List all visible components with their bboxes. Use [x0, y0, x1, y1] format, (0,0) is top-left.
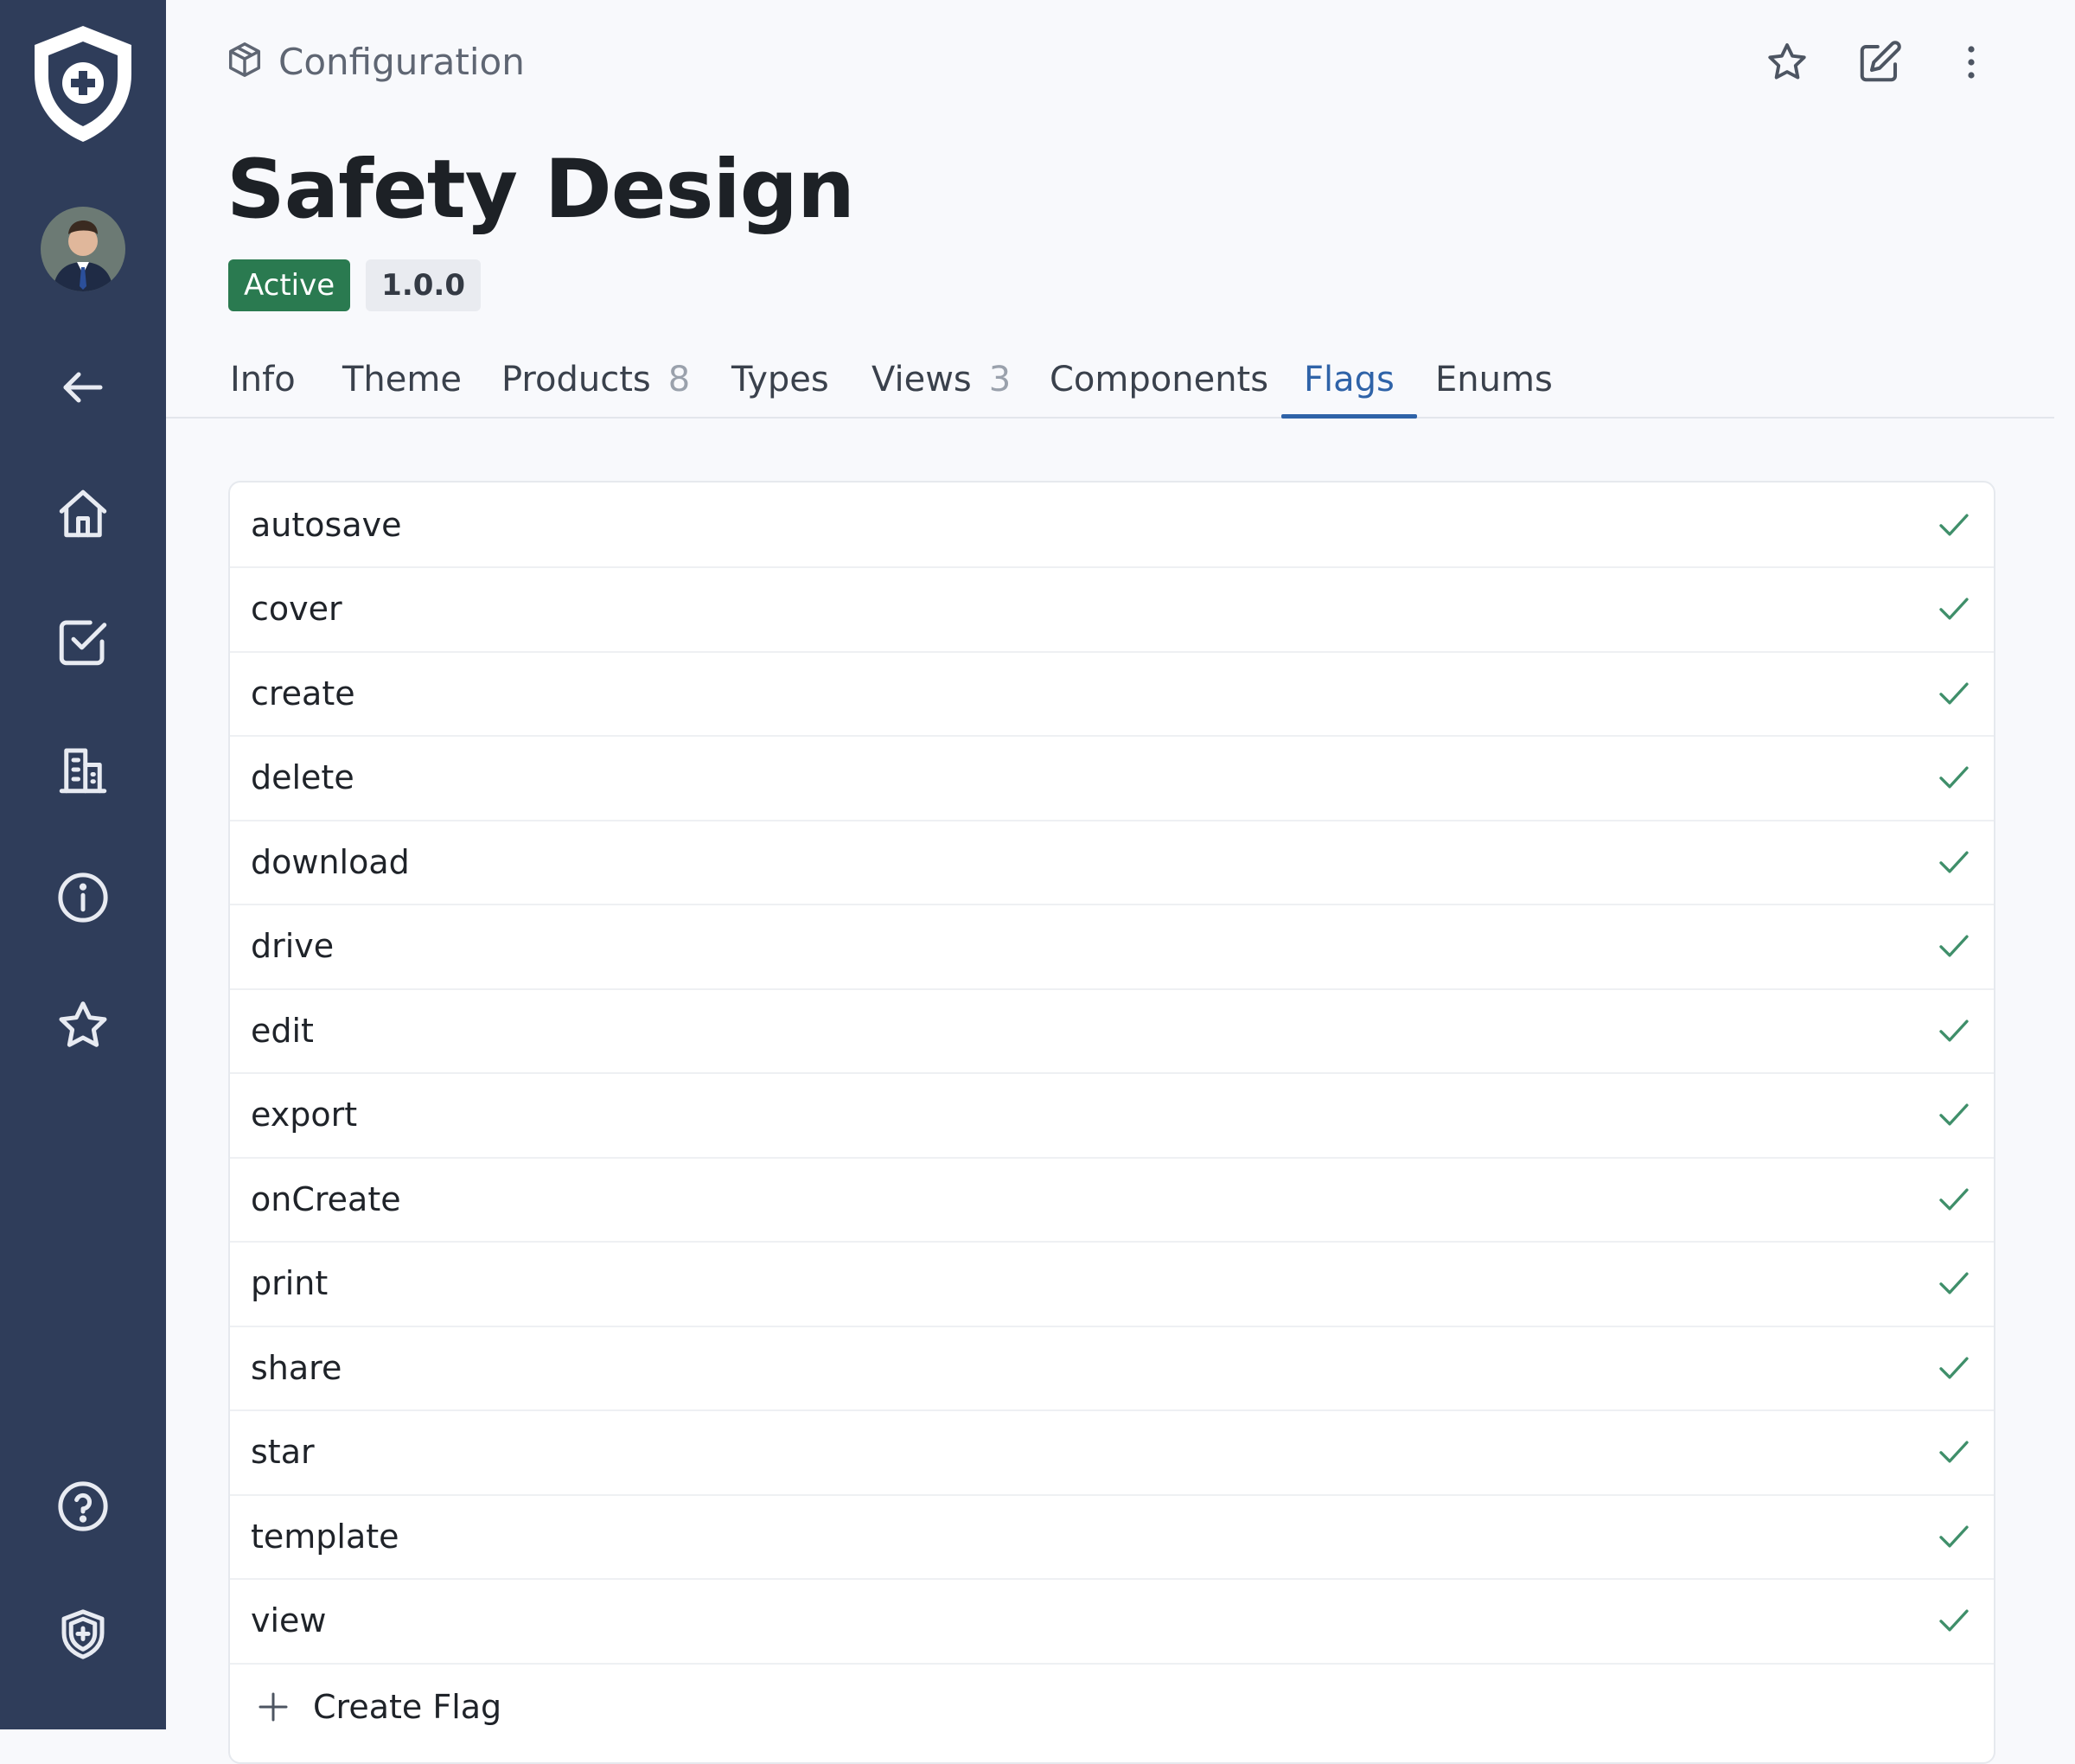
edit-button[interactable]	[1852, 35, 1907, 90]
header-actions	[0, 35, 2075, 90]
tab-types[interactable]: Types	[731, 342, 829, 417]
home-icon[interactable]	[0, 479, 166, 548]
shield-icon[interactable]	[0, 1600, 166, 1669]
buildings-icon[interactable]	[0, 735, 166, 804]
version-badge: 1.0.0	[366, 259, 481, 311]
sidebar	[0, 0, 166, 1729]
edit-icon	[1860, 41, 1901, 82]
tab-label: Theme	[342, 360, 462, 399]
check-icon	[1935, 506, 1973, 544]
status-badge: Active	[228, 259, 351, 311]
badges: Active 1.0.0	[228, 259, 481, 311]
flag-row-print[interactable]: print	[230, 1242, 1994, 1327]
tab-label: Types	[731, 360, 829, 399]
flags-list: autosave cover create delete download dr…	[228, 481, 1995, 1764]
check-icon	[1935, 1096, 1973, 1134]
flag-row-edit[interactable]: edit	[230, 988, 1994, 1074]
check-icon	[1935, 927, 1973, 965]
tab-label: Flags	[1304, 360, 1395, 399]
check-icon	[1935, 758, 1973, 796]
tab-products[interactable]: Products 8	[501, 342, 690, 417]
flag-name: view	[251, 1601, 327, 1639]
flag-name: export	[251, 1096, 358, 1134]
flag-row-download[interactable]: download	[230, 820, 1994, 905]
flag-name: onCreate	[251, 1179, 401, 1218]
flag-row-oncreate[interactable]: onCreate	[230, 1157, 1994, 1243]
tab-label: Products	[501, 360, 651, 399]
more-button[interactable]	[1944, 35, 1999, 90]
tasks-icon[interactable]	[0, 607, 166, 676]
create-flag-label: Create Flag	[313, 1688, 502, 1726]
check-icon	[1935, 1518, 1973, 1556]
flag-row-autosave[interactable]: autosave	[230, 483, 1994, 568]
tab-views[interactable]: Views 3	[872, 342, 1011, 417]
check-icon	[1935, 1601, 1973, 1639]
check-icon	[1935, 843, 1973, 881]
tab-count: 3	[988, 360, 1012, 399]
tab-info[interactable]: Info	[230, 342, 296, 417]
star-icon	[1768, 43, 1806, 80]
more-vertical-icon	[1968, 46, 1975, 79]
flag-name: cover	[251, 590, 342, 628]
flag-name: share	[251, 1348, 342, 1387]
create-flag-button[interactable]: Create Flag	[230, 1664, 1994, 1750]
check-icon	[1935, 1349, 1973, 1387]
flag-row-export[interactable]: export	[230, 1073, 1994, 1159]
user-avatar	[41, 207, 125, 291]
flag-row-share[interactable]: share	[230, 1326, 1994, 1411]
flag-name: drive	[251, 927, 335, 965]
tab-enums[interactable]: Enums	[1435, 342, 1553, 417]
avatar[interactable]	[0, 206, 166, 292]
tab-count: 8	[667, 360, 691, 399]
star-icon[interactable]	[0, 991, 166, 1060]
help-icon[interactable]	[0, 1472, 166, 1541]
check-icon	[1935, 674, 1973, 713]
flag-name: template	[251, 1517, 399, 1556]
tab-label: Views	[872, 360, 972, 399]
tab-label: Info	[230, 360, 296, 399]
flag-name: delete	[251, 758, 354, 796]
flag-row-drive[interactable]: drive	[230, 904, 1994, 990]
flag-row-view[interactable]: view	[230, 1579, 1994, 1665]
tab-theme[interactable]: Theme	[342, 342, 462, 417]
flag-row-delete[interactable]: delete	[230, 736, 1994, 821]
check-icon	[1935, 1012, 1973, 1050]
plus-icon	[256, 1690, 290, 1724]
flag-row-star[interactable]: star	[230, 1410, 1994, 1496]
tab-bar: Info Theme Products 8 Types Views 3 Comp…	[166, 342, 2054, 419]
tab-label: Components	[1050, 360, 1269, 399]
check-icon	[1935, 590, 1973, 628]
flag-name: autosave	[251, 505, 402, 544]
page-title: Safety Design	[227, 143, 855, 237]
check-icon	[1935, 1433, 1973, 1471]
flag-row-template[interactable]: template	[230, 1494, 1994, 1580]
favorite-button[interactable]	[1759, 35, 1815, 90]
flag-name: print	[251, 1264, 329, 1302]
flag-row-cover[interactable]: cover	[230, 567, 1994, 653]
tab-label: Enums	[1435, 360, 1553, 399]
tab-components[interactable]: Components	[1050, 342, 1268, 417]
check-icon	[1935, 1264, 1973, 1302]
flag-name: create	[251, 674, 355, 713]
flag-name: edit	[251, 1011, 314, 1050]
check-icon	[1935, 1180, 1973, 1218]
flag-name: download	[251, 842, 410, 881]
flag-name: star	[251, 1433, 315, 1471]
tab-flags[interactable]: Flags	[1281, 342, 1417, 419]
flag-row-create[interactable]: create	[230, 651, 1994, 737]
info-icon[interactable]	[0, 863, 166, 932]
back-arrow-icon[interactable]	[0, 353, 166, 422]
